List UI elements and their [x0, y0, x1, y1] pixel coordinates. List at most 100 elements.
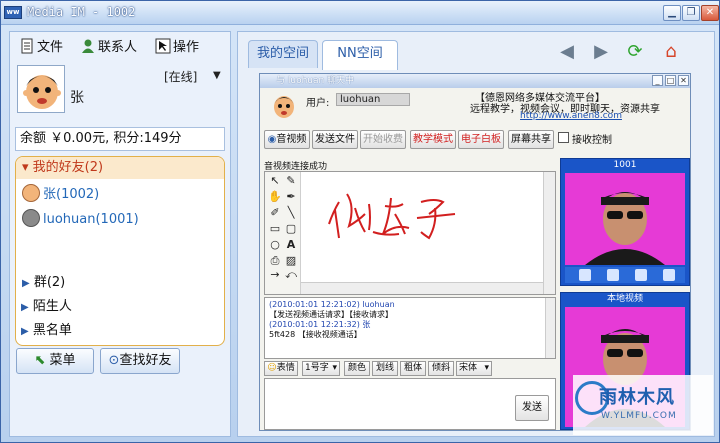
- handwriting-drawing: [328, 193, 456, 240]
- bold-button[interactable]: 粗体: [400, 361, 426, 376]
- window-title: Media IM - 1002: [27, 5, 136, 19]
- whiteboard-horizontal-scrollbar[interactable]: [301, 282, 543, 294]
- select-icon[interactable]: ↖: [268, 174, 282, 188]
- brush-icon[interactable]: ✒: [284, 190, 298, 204]
- microphone-icon[interactable]: [635, 269, 647, 281]
- image-icon[interactable]: ▨: [284, 254, 298, 268]
- status-dropdown-icon[interactable]: ▼: [213, 70, 221, 81]
- whiteboard-button[interactable]: 电子白板: [458, 130, 504, 149]
- collapse-arrow-icon: ▾: [22, 160, 29, 175]
- group-blacklist[interactable]: ▶ 黑名单: [21, 319, 72, 338]
- italic-button[interactable]: 倾斜: [428, 361, 454, 376]
- friend-item[interactable]: luohuan(1001): [22, 209, 139, 231]
- friend-name: luohuan(1001): [43, 212, 139, 227]
- text-icon[interactable]: A: [284, 238, 298, 252]
- group-strangers-label: 陌生人: [32, 299, 72, 314]
- rectangle-icon[interactable]: ▭: [268, 222, 282, 236]
- font-family-select[interactable]: 宋体 ▾: [456, 361, 492, 376]
- screen-share-button[interactable]: 屏幕共享: [508, 130, 554, 149]
- audio-video-label: 音视频: [276, 134, 307, 145]
- avatar-cartoon-icon: [18, 66, 64, 112]
- log-text: 5ft428 【接收视频通话】: [269, 330, 362, 339]
- group-my-friends-label: 我的好友(2): [32, 160, 104, 175]
- close-button[interactable]: ✕: [701, 5, 719, 21]
- snapshot-icon[interactable]: [579, 269, 591, 281]
- maximize-button[interactable]: ❐: [682, 5, 700, 21]
- operations-menu-label: 操作: [173, 40, 200, 55]
- group-blacklist-label: 黑名单: [32, 323, 72, 338]
- group-my-friends[interactable]: ▾ 我的好友(2): [16, 157, 224, 179]
- log-scrollbar[interactable]: [545, 298, 555, 358]
- title-bar[interactable]: ww Media IM - 1002 ▁ ❐ ✕: [1, 1, 719, 25]
- send-button[interactable]: 发送: [515, 395, 549, 421]
- marker-icon[interactable]: ✐: [268, 206, 282, 220]
- hand-icon[interactable]: ✋: [268, 190, 282, 204]
- file-icon: [19, 38, 35, 54]
- line-icon[interactable]: ╲: [284, 206, 298, 220]
- contacts-menu-label: 联系人: [98, 40, 138, 55]
- arrow-icon: ⬉: [34, 353, 46, 368]
- group-qun-label: 群(2): [33, 275, 66, 290]
- user-avatar[interactable]: [17, 65, 65, 113]
- user-icon[interactable]: [607, 269, 619, 281]
- minimize-button[interactable]: ▁: [663, 5, 681, 21]
- chat-minimize-button[interactable]: _: [652, 75, 663, 86]
- teaching-mode-button[interactable]: 教学模式: [410, 130, 456, 149]
- emoji-button[interactable]: ☺表情: [264, 361, 298, 376]
- friend-list: ▾ 我的好友(2) 张(1002) luohuan(1001) ▶ 群(2): [15, 156, 225, 346]
- menu-button[interactable]: ⬉ 菜单: [16, 348, 94, 374]
- cursor-icon: [155, 38, 171, 54]
- banner-link[interactable]: http://www.anen8.com: [520, 111, 622, 121]
- font-family-value: 宋体: [459, 363, 478, 373]
- remote-video-controls: [565, 267, 685, 283]
- remote-video-title: 1001: [613, 160, 637, 170]
- contacts-menu[interactable]: 联系人: [80, 38, 137, 58]
- rounded-rect-icon[interactable]: ▢: [284, 222, 298, 236]
- friend-name: 张(1002): [43, 187, 100, 202]
- contact-icon: [80, 38, 96, 54]
- online-status[interactable]: [在线]: [164, 68, 197, 85]
- chat-close-button[interactable]: ✕: [678, 75, 689, 86]
- home-icon[interactable]: ⌂: [660, 43, 682, 63]
- file-menu[interactable]: 文件: [19, 38, 63, 58]
- send-file-button[interactable]: 发送文件: [312, 130, 358, 149]
- find-friends-label: 查找好友: [119, 353, 172, 368]
- main-window: ww Media IM - 1002 ▁ ❐ ✕ 文件 联系人 操作 张 [在线…: [0, 0, 720, 443]
- group-strangers[interactable]: ▶ 陌生人: [21, 295, 72, 314]
- whiteboard-vertical-scrollbar[interactable]: [543, 172, 555, 294]
- back-icon[interactable]: ◀: [556, 43, 578, 63]
- color-button[interactable]: 颜色: [344, 361, 370, 376]
- audio-video-button[interactable]: ◉音视频: [264, 130, 310, 149]
- chat-title-bar[interactable]: 与 luohuan 聊天中: [260, 74, 690, 88]
- open-icon[interactable]: ⎙: [268, 254, 282, 268]
- person-video-image: [565, 173, 685, 265]
- whiteboard[interactable]: ↖ ✎ ✋ ✒ ✐ ╲ ▭ ▢ ○ A ⎙ ▨ → ⤺: [264, 171, 556, 295]
- camera-icon[interactable]: [663, 269, 675, 281]
- receive-control-checkbox[interactable]: [558, 132, 569, 143]
- curve-icon[interactable]: ⤺: [284, 268, 298, 282]
- pencil-icon[interactable]: ✎: [284, 174, 298, 188]
- watermark-text: 雨林木风: [599, 387, 675, 408]
- expand-arrow-icon: ▶: [21, 326, 29, 337]
- friend-avatar-icon: [22, 184, 40, 202]
- app-logo-icon: ww: [4, 6, 22, 19]
- dropdown-icon: ▾: [332, 363, 337, 373]
- font-size-select[interactable]: 1号字 ▾: [302, 361, 340, 376]
- forward-icon[interactable]: ▶: [590, 43, 612, 63]
- remote-video-panel: 1001: [560, 158, 690, 286]
- left-panel: 文件 联系人 操作 张 [在线] ▼ 余额 ￥0.00元, 积分:149分 ▾ …: [9, 31, 231, 437]
- tab-my-space[interactable]: 我的空间: [248, 40, 318, 68]
- start-charging-button[interactable]: 开始收费: [360, 130, 406, 149]
- underline-button[interactable]: 划线: [372, 361, 398, 376]
- friend-item[interactable]: 张(1002): [22, 184, 99, 206]
- chat-maximize-button[interactable]: □: [665, 75, 676, 86]
- operations-menu[interactable]: 操作: [155, 38, 199, 58]
- group-qun[interactable]: ▶ 群(2): [22, 271, 65, 290]
- tab-nn-space[interactable]: NN空间: [322, 40, 398, 70]
- message-input[interactable]: 发送: [264, 378, 556, 430]
- refresh-icon[interactable]: ⟳: [624, 43, 646, 63]
- watermark-url: W.YLMFU.COM: [601, 411, 677, 421]
- ellipse-icon[interactable]: ○: [268, 238, 282, 252]
- arrow-tool-icon[interactable]: →: [268, 268, 282, 282]
- find-friends-button[interactable]: ⊙查找好友: [100, 348, 180, 374]
